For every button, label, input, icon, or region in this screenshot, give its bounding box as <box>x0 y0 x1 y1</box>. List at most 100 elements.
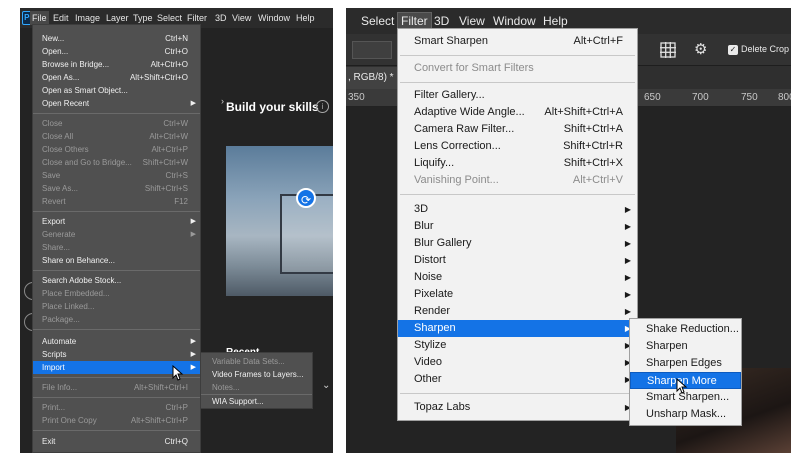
menu-type[interactable]: Type <box>131 11 155 25</box>
menu-separator <box>33 397 200 398</box>
menu-item-lens-correction[interactable]: Lens Correction... Shift+Ctrl+R <box>398 138 637 155</box>
menu-edit[interactable]: Edit <box>51 11 71 25</box>
menu-item-exit[interactable]: Exit Ctrl+Q <box>33 435 200 448</box>
submenu-arrow-icon: ▶ <box>624 205 631 214</box>
menu-item-topaz-labs[interactable]: Topaz Labs ▶ <box>398 399 637 416</box>
menu-item-sharpen[interactable]: Sharpen <box>630 338 741 355</box>
grid-overlay-icon[interactable] <box>660 42 676 58</box>
menu-item-other[interactable]: Other ▶ <box>398 371 637 388</box>
info-icon[interactable]: i <box>316 100 329 113</box>
menu-item-open-recent[interactable]: Open Recent ▶ <box>33 97 200 110</box>
menu-item-render[interactable]: Render ▶ <box>398 303 637 320</box>
menu-item-place-linked[interactable]: Place Linked... <box>33 300 200 313</box>
menu-item-generate[interactable]: Generate ▶ <box>33 228 200 241</box>
submenu-arrow-icon: ▶ <box>190 338 196 345</box>
menu-item-variable-data-sets[interactable]: Variable Data Sets... <box>201 355 312 368</box>
menu-item-filter-gallery[interactable]: Filter Gallery... <box>398 87 637 104</box>
menu-item-open-smart-object[interactable]: Open as Smart Object... <box>33 84 200 97</box>
menu-item-3d[interactable]: 3D ▶ <box>398 201 637 218</box>
menu-item-vanishing-point[interactable]: Vanishing Point... Alt+Ctrl+V <box>398 172 637 189</box>
menu-item-convert-smart-filters[interactable]: Convert for Smart Filters <box>398 60 637 77</box>
menu-item-print[interactable]: Print... Ctrl+P <box>33 401 200 414</box>
menu-item-noise[interactable]: Noise ▶ <box>398 269 637 286</box>
delete-crop-label: Delete Crop <box>741 44 790 54</box>
skills-title: Build your skills <box>226 100 319 114</box>
options-field[interactable] <box>352 41 392 59</box>
menu-layer[interactable]: Layer <box>104 11 131 25</box>
submenu-arrow-icon: ▶ <box>624 256 631 265</box>
menu-item-close[interactable]: Close Ctrl+W <box>33 117 200 130</box>
menu-view[interactable]: View <box>230 11 253 25</box>
menu-item-share-behance[interactable]: Share on Behance... <box>33 254 200 267</box>
menu-separator <box>33 430 200 431</box>
menu-item-open[interactable]: Open... Ctrl+O <box>33 45 200 58</box>
ruler-number: 700 <box>692 92 709 103</box>
menu-item-blur-gallery[interactable]: Blur Gallery ▶ <box>398 235 637 252</box>
menu-item-save[interactable]: Save Ctrl+S <box>33 169 200 182</box>
menu-item-stylize[interactable]: Stylize ▶ <box>398 337 637 354</box>
menu-item-wia-support[interactable]: WIA Support... <box>201 395 312 408</box>
menu-separator <box>400 55 635 56</box>
menu-view[interactable]: View <box>456 13 488 29</box>
menu-item-file-info[interactable]: File Info... Alt+Shift+Ctrl+I <box>33 381 200 394</box>
menu-window[interactable]: Window <box>256 11 292 25</box>
menu-separator <box>33 270 200 271</box>
submenu-arrow-icon: ▶ <box>624 239 631 248</box>
menu-item-browse-bridge[interactable]: Browse in Bridge... Alt+Ctrl+O <box>33 58 200 71</box>
menu-item-search-stock[interactable]: Search Adobe Stock... <box>33 274 200 287</box>
menu-item-blur[interactable]: Blur ▶ <box>398 218 637 235</box>
menu-item-save-as[interactable]: Save As... Shift+Ctrl+S <box>33 182 200 195</box>
mouse-cursor-icon <box>172 365 184 381</box>
menu-item-revert[interactable]: Revert F12 <box>33 195 200 208</box>
menu-file[interactable]: File <box>30 11 49 25</box>
menu-item-sharpen[interactable]: Sharpen ▶ <box>398 320 637 337</box>
mouse-cursor-icon <box>676 378 688 394</box>
menu-item-video-frames-layers[interactable]: Video Frames to Layers... <box>201 368 312 381</box>
menu-item-unsharp-mask[interactable]: Unsharp Mask... <box>630 406 741 423</box>
menu-item-pixelate[interactable]: Pixelate ▶ <box>398 286 637 303</box>
menu-separator <box>33 211 200 212</box>
ruler-number: 650 <box>644 92 661 103</box>
menu-item-close-go-bridge[interactable]: Close and Go to Bridge... Shift+Ctrl+W <box>33 156 200 169</box>
menu-help[interactable]: Help <box>294 11 317 25</box>
menu-3d[interactable]: 3D <box>431 13 452 29</box>
chevron-down-icon[interactable]: ⌄ <box>322 380 330 391</box>
menu-item-close-all[interactable]: Close All Alt+Ctrl+W <box>33 130 200 143</box>
left-screenshot: Ps File Edit Image Layer Type Select Fil… <box>20 8 333 453</box>
delete-crop-checkbox[interactable]: ✓ <box>728 45 738 55</box>
submenu-arrow-icon: ▶ <box>190 351 196 358</box>
menu-item-sharpen-edges[interactable]: Sharpen Edges <box>630 355 741 372</box>
menu-item-close-others[interactable]: Close Others Alt+Ctrl+P <box>33 143 200 156</box>
menu-select[interactable]: Select <box>358 13 397 29</box>
menu-item-share[interactable]: Share... <box>33 241 200 254</box>
menu-item-distort[interactable]: Distort ▶ <box>398 252 637 269</box>
menu-item-notes[interactable]: Notes... <box>201 381 312 394</box>
menu-3d[interactable]: 3D <box>213 11 229 25</box>
menu-item-new[interactable]: New... Ctrl+N <box>33 32 200 45</box>
gear-icon[interactable]: ⚙ <box>694 40 707 58</box>
menu-item-automate[interactable]: Automate ▶ <box>33 335 200 348</box>
menu-item-place-embedded[interactable]: Place Embedded... <box>33 287 200 300</box>
menu-item-package[interactable]: Package... <box>33 313 200 326</box>
submenu-arrow-icon: ▶ <box>624 290 631 299</box>
menu-item-liquify[interactable]: Liquify... Shift+Ctrl+X <box>398 155 637 172</box>
menu-help[interactable]: Help <box>540 13 571 29</box>
menu-item-smart-sharpen-last[interactable]: Smart Sharpen Alt+Ctrl+F <box>398 33 637 50</box>
menu-image[interactable]: Image <box>73 11 102 25</box>
menu-item-print-one-copy[interactable]: Print One Copy Alt+Shift+Ctrl+P <box>33 414 200 427</box>
menu-item-video[interactable]: Video ▶ <box>398 354 637 371</box>
menu-select[interactable]: Select <box>155 11 184 25</box>
menu-item-open-as[interactable]: Open As... Alt+Shift+Ctrl+O <box>33 71 200 84</box>
menu-item-scripts[interactable]: Scripts ▶ <box>33 348 200 361</box>
menu-item-adaptive-wide-angle[interactable]: Adaptive Wide Angle... Alt+Shift+Ctrl+A <box>398 104 637 121</box>
ruler-number: 800 <box>778 92 791 103</box>
sync-icon: ⟳ <box>296 188 316 208</box>
menu-separator <box>33 329 200 330</box>
menu-window[interactable]: Window <box>490 13 539 29</box>
menu-filter[interactable]: Filter <box>185 11 209 25</box>
chevron-right-icon: › <box>221 96 224 106</box>
menu-item-export[interactable]: Export ▶ <box>33 215 200 228</box>
menu-item-shake-reduction[interactable]: Shake Reduction... <box>630 321 741 338</box>
menu-item-camera-raw[interactable]: Camera Raw Filter... Shift+Ctrl+A <box>398 121 637 138</box>
sharpen-submenu: Shake Reduction... Sharpen Sharpen Edges… <box>629 318 742 426</box>
